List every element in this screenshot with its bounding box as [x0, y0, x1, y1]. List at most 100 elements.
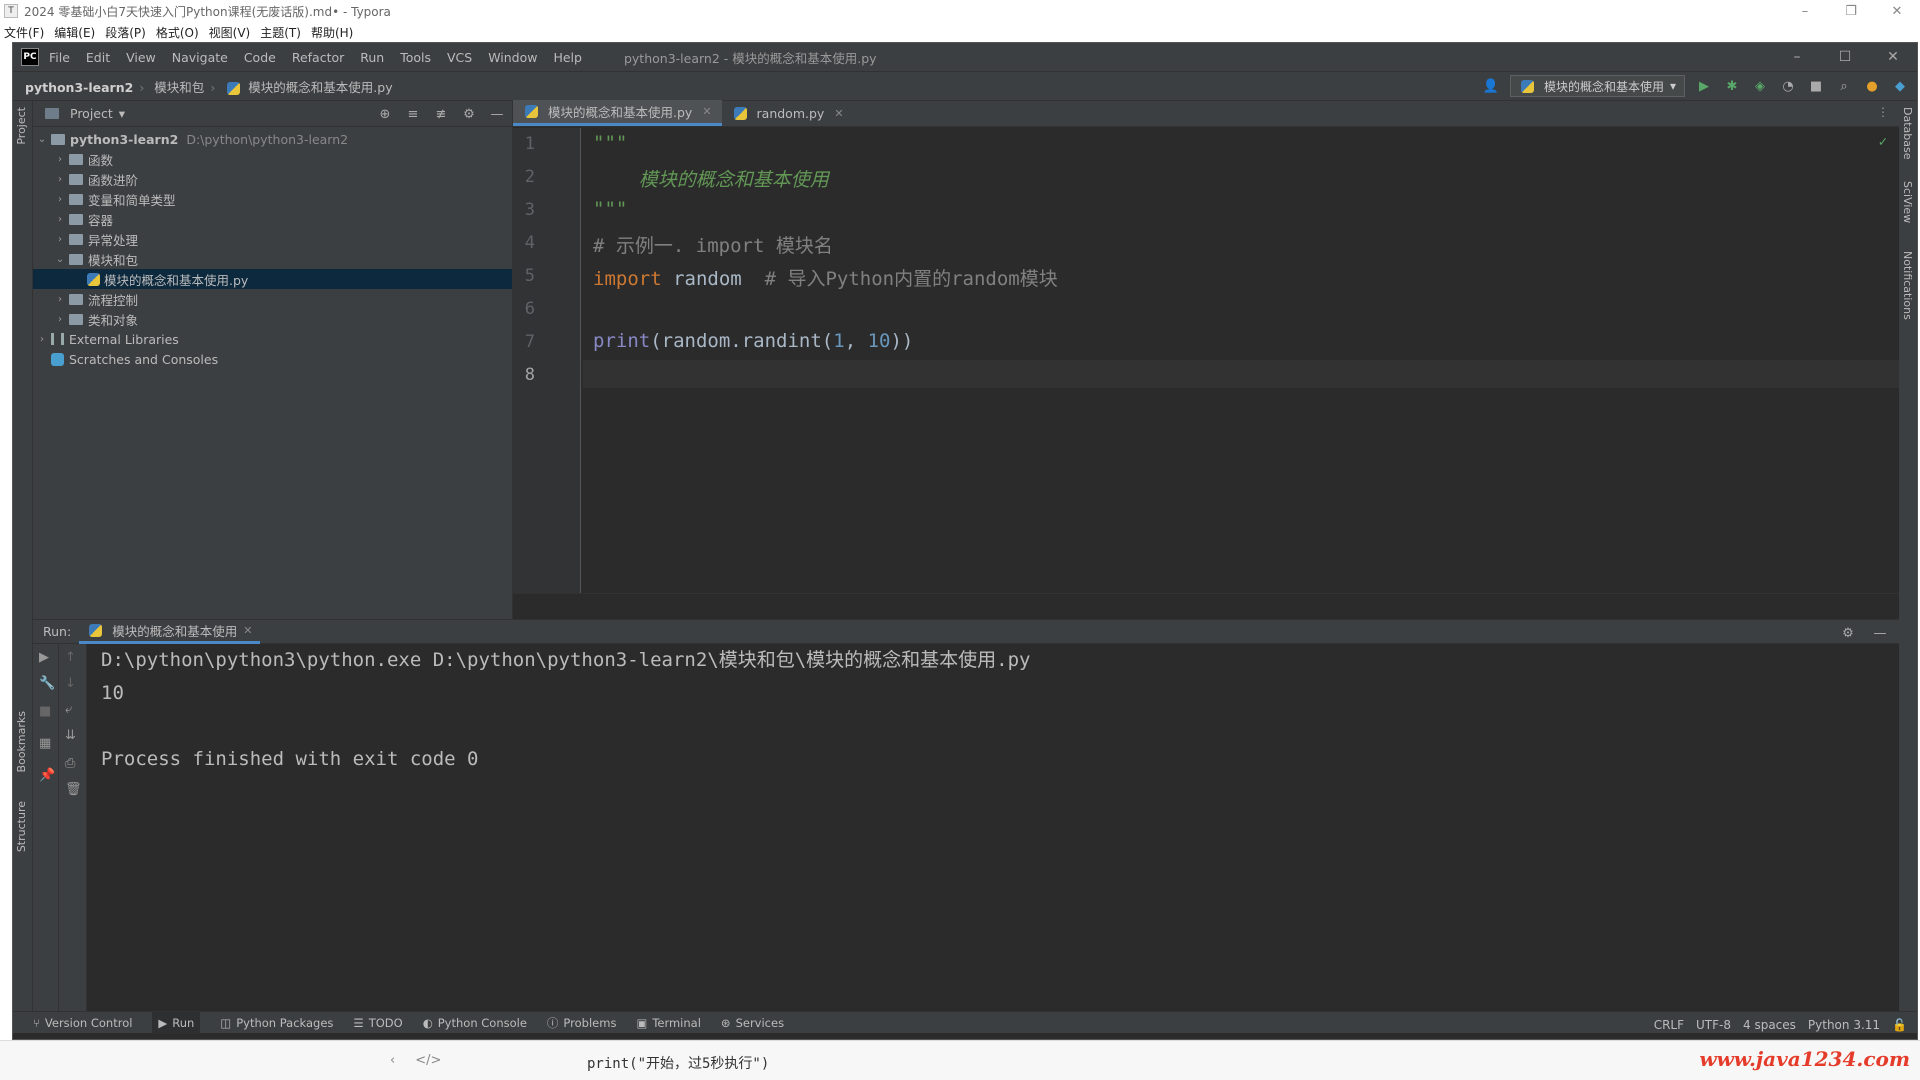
menu-file[interactable]: File: [49, 50, 70, 65]
trash-icon[interactable]: 🗑: [65, 782, 82, 797]
editor-horizontal-scrollbar[interactable]: [513, 593, 1899, 619]
indent-setting[interactable]: 4 spaces: [1743, 1018, 1796, 1032]
run-configuration-select[interactable]: 模块的概念和基本使用 ▾: [1509, 75, 1685, 97]
close-icon[interactable]: ✕: [1874, 0, 1920, 22]
structure-tool-button[interactable]: Structure: [15, 801, 28, 852]
chevron-down-icon[interactable]: ▾: [119, 106, 125, 121]
console-output[interactable]: D:\python\python3\python.exe D:\python\p…: [101, 644, 1030, 776]
expand-all-icon[interactable]: ≡: [404, 105, 422, 123]
source-code-icon[interactable]: </>: [415, 1053, 441, 1068]
layout-icon[interactable]: ▦: [39, 736, 51, 751]
tool-version-control[interactable]: ⑂ Version Control: [33, 1016, 132, 1030]
tree-external-libraries[interactable]: › External Libraries: [33, 329, 512, 349]
gear-icon[interactable]: ⚙: [1839, 624, 1857, 642]
arrow-up-icon[interactable]: ↑: [65, 650, 76, 665]
tree-folder[interactable]: › 流程控制: [33, 289, 512, 309]
tool-problems[interactable]: ⓘ Problems: [547, 1015, 617, 1031]
run-tab[interactable]: 模块的概念和基本使用 ✕: [79, 620, 261, 644]
tree-folder[interactable]: › 容器: [33, 209, 512, 229]
typora-menu-theme[interactable]: 主题(T): [260, 24, 301, 41]
scroll-to-end-icon[interactable]: ⇊: [65, 728, 76, 743]
typora-menu-help[interactable]: 帮助(H): [311, 24, 353, 41]
chevron-right-icon[interactable]: ›: [53, 234, 67, 245]
print-icon[interactable]: ⎙: [65, 756, 75, 771]
database-tool-button[interactable]: Database: [1901, 107, 1914, 160]
hide-icon[interactable]: —: [1871, 624, 1889, 642]
menu-edit[interactable]: Edit: [86, 50, 110, 65]
user-icon[interactable]: 👤: [1482, 77, 1500, 95]
breadcrumb-folder[interactable]: 模块和包: [154, 80, 204, 95]
chevron-down-icon[interactable]: ⌄: [35, 134, 49, 145]
close-icon[interactable]: ✕: [834, 107, 843, 120]
search-icon[interactable]: ⌕: [1835, 77, 1853, 95]
close-icon[interactable]: ✕: [702, 105, 711, 118]
tree-folder[interactable]: › 类和对象: [33, 309, 512, 329]
menu-help[interactable]: Help: [553, 50, 582, 65]
ide-minimize-icon[interactable]: –: [1773, 43, 1821, 71]
minimize-icon[interactable]: –: [1782, 0, 1828, 22]
tree-folder[interactable]: › 变量和简单类型: [33, 189, 512, 209]
typora-menu-paragraph[interactable]: 段落(P): [105, 24, 146, 41]
chevron-down-icon[interactable]: ⌄: [53, 254, 67, 265]
sciview-tool-button[interactable]: SciView: [1901, 181, 1914, 223]
inspection-ok-icon[interactable]: ✓: [1879, 134, 1887, 150]
typora-menu-format[interactable]: 格式(O): [156, 24, 199, 41]
breadcrumb-file[interactable]: 模块的概念和基本使用.py: [248, 80, 392, 95]
tool-run[interactable]: ▶ Run: [152, 1011, 201, 1034]
tool-python-console[interactable]: ◐ Python Console: [423, 1016, 527, 1030]
tab-random-file[interactable]: random.py ✕: [722, 100, 854, 126]
python-interpreter[interactable]: Python 3.11: [1808, 1018, 1880, 1032]
run-icon[interactable]: ▶: [1695, 77, 1713, 95]
hide-icon[interactable]: —: [488, 105, 506, 123]
more-icon[interactable]: ⋮: [1877, 105, 1889, 119]
project-tool-button[interactable]: Project: [15, 107, 28, 145]
chevron-right-icon[interactable]: ›: [53, 194, 67, 205]
tool-python-packages[interactable]: ◫ Python Packages: [220, 1016, 333, 1030]
lock-icon[interactable]: 🔓: [1892, 1018, 1907, 1032]
menu-vcs[interactable]: VCS: [447, 50, 472, 65]
debug-icon[interactable]: ✱: [1723, 77, 1741, 95]
rerun-icon[interactable]: ▶: [39, 650, 49, 665]
chevron-right-icon[interactable]: ›: [53, 174, 67, 185]
tree-folder[interactable]: › 异常处理: [33, 229, 512, 249]
stop-icon[interactable]: ■: [1807, 77, 1825, 95]
tool-services[interactable]: ⊛ Services: [721, 1016, 784, 1030]
menu-tools[interactable]: Tools: [400, 50, 431, 65]
stop-icon[interactable]: ■: [39, 704, 51, 719]
restore-icon[interactable]: ❐: [1828, 0, 1874, 22]
arrow-down-icon[interactable]: ↓: [65, 676, 76, 691]
update-icon[interactable]: ●: [1863, 77, 1881, 95]
breadcrumb-project[interactable]: python3-learn2: [25, 80, 133, 95]
pycharm-logo-icon[interactable]: PC: [21, 48, 39, 66]
chevron-right-icon[interactable]: ›: [35, 334, 49, 345]
tree-folder[interactable]: › 函数进阶: [33, 169, 512, 189]
chevron-right-icon[interactable]: ›: [53, 154, 67, 165]
gear-icon[interactable]: ⚙: [460, 105, 478, 123]
menu-refactor[interactable]: Refactor: [292, 50, 344, 65]
jetbrains-icon[interactable]: ◆: [1891, 77, 1909, 95]
close-icon[interactable]: ✕: [243, 624, 252, 637]
tool-todo[interactable]: ☰ TODO: [353, 1016, 402, 1030]
coverage-icon[interactable]: ◈: [1751, 77, 1769, 95]
line-separator[interactable]: CRLF: [1654, 1018, 1684, 1032]
soft-wrap-icon[interactable]: ⤶: [65, 702, 72, 717]
menu-navigate[interactable]: Navigate: [172, 50, 228, 65]
notifications-tool-button[interactable]: Notifications: [1901, 251, 1914, 320]
tab-module-file[interactable]: 模块的概念和基本使用.py ✕: [513, 100, 722, 126]
tree-file-selected[interactable]: 模块的概念和基本使用.py: [33, 269, 512, 289]
pin-icon[interactable]: 📌: [39, 768, 55, 783]
collapse-all-icon[interactable]: ≢: [432, 105, 450, 123]
typora-menu-view[interactable]: 视图(V): [209, 24, 251, 41]
locate-icon[interactable]: ⊕: [376, 105, 394, 123]
menu-window[interactable]: Window: [488, 50, 537, 65]
typora-menu-file[interactable]: 文件(F): [4, 24, 44, 41]
ide-maximize-icon[interactable]: ☐: [1821, 43, 1869, 71]
profile-icon[interactable]: ◔: [1779, 77, 1797, 95]
chevron-right-icon[interactable]: ›: [53, 294, 67, 305]
tree-scratches[interactable]: Scratches and Consoles: [33, 349, 512, 369]
chevron-left-icon[interactable]: ‹: [390, 1053, 395, 1068]
typora-menu-edit[interactable]: 编辑(E): [54, 24, 95, 41]
file-encoding[interactable]: UTF-8: [1696, 1018, 1731, 1032]
menu-code[interactable]: Code: [244, 50, 276, 65]
wrench-icon[interactable]: 🔧: [39, 676, 55, 691]
